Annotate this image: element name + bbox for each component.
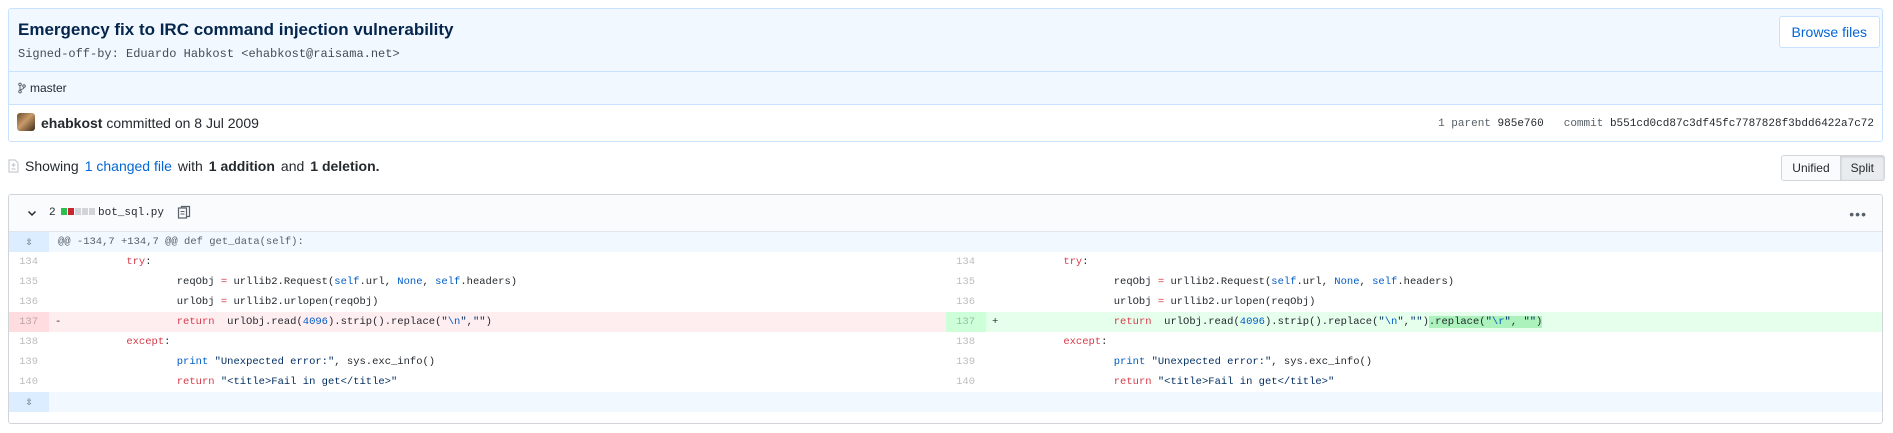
line-number-left[interactable]: 137 — [9, 312, 49, 332]
commit-title: Emergency fix to IRC command injection v… — [18, 20, 454, 39]
code-line-right: reqObj = urllib2.Request(self.url, None,… — [994, 276, 1455, 288]
code-line-right: except: — [1063, 336, 1108, 348]
branch-icon — [18, 82, 26, 94]
diffstat-block-add — [61, 208, 67, 215]
code-line-right: return "<title>Fail in get</title>" — [1113, 376, 1335, 388]
parent-info: 1 parent 985e760 — [1438, 118, 1544, 130]
chevron-down-icon[interactable] — [26, 207, 38, 219]
deletions-count: 1 deletion. — [310, 158, 380, 174]
line-number-right[interactable]: 139 — [946, 352, 986, 372]
expand-icon[interactable]: ⇳ — [9, 232, 49, 252]
line-number-right[interactable]: 140 — [946, 372, 986, 392]
commit-info: commit b551cd0cd87c3df45fc7787828f3bdd64… — [1564, 118, 1874, 130]
unified-button[interactable]: Unified — [1781, 155, 1841, 181]
diff-summary: Showing 1 changed file with 1 addition a… — [8, 158, 380, 174]
kebab-icon[interactable]: ••• — [1849, 206, 1867, 222]
code-line-left: urlObj = urllib2.urlopen(reqObj) — [57, 296, 379, 308]
parent-label: 1 parent — [1438, 118, 1491, 130]
browse-files-button[interactable]: Browse files — [1778, 16, 1880, 48]
diffstat-block-neutral — [75, 208, 81, 215]
line-number-right[interactable]: 135 — [946, 272, 986, 292]
file-diff: 2 bot_sql.py ••• ⇳ @@ -134,7 +134,7 @@ d… — [8, 194, 1883, 424]
avatar[interactable] — [17, 113, 35, 131]
diff-row: 139 print "Unexpected error:", sys.exc_i… — [9, 352, 1882, 372]
diffstat-bar — [61, 208, 95, 215]
parent-sha-link[interactable]: 985e760 — [1498, 118, 1544, 130]
code-line-left: try: — [126, 256, 152, 268]
line-number-right[interactable]: 134 — [946, 252, 986, 272]
diffstat-block-neutral — [82, 208, 88, 215]
branch-name[interactable]: master — [30, 81, 67, 95]
code-line-left: reqObj = urllib2.Request(self.url, None,… — [57, 276, 518, 288]
diff-row: 134 try: 134 try: — [9, 252, 1882, 272]
and-text: and — [280, 158, 305, 174]
line-number-right[interactable]: 136 — [946, 292, 986, 312]
diff-row: 138 except: 138 except: — [9, 332, 1882, 352]
changed-files-link[interactable]: 1 changed file — [85, 158, 172, 174]
with-text: with — [177, 158, 203, 174]
expand-icon[interactable]: ⇳ — [9, 392, 49, 412]
line-number-left[interactable]: 134 — [9, 252, 49, 272]
diff-row: 135 reqObj = urllib2.Request(self.url, N… — [9, 272, 1882, 292]
line-number-left[interactable]: 138 — [9, 332, 49, 352]
file-name[interactable]: bot_sql.py — [98, 207, 164, 219]
commit-header: Emergency fix to IRC command injection v… — [8, 8, 1883, 142]
author-name[interactable]: ehabkost — [41, 115, 102, 131]
hunk-header: ⇳ @@ -134,7 +134,7 @@ def get_data(self)… — [9, 232, 1882, 252]
diff-row-changed: 137 - return urlObj.read(4096).strip().r… — [9, 312, 1882, 332]
author-line: ehabkost committed on 8 Jul 2009 — [41, 115, 259, 131]
divider — [9, 71, 1882, 72]
file-header: 2 bot_sql.py ••• — [9, 195, 1882, 232]
hunk-header-text: @@ -134,7 +134,7 @@ def get_data(self): — [58, 236, 304, 248]
line-number-left[interactable]: 136 — [9, 292, 49, 312]
commit-sha: b551cd0cd87c3df45fc7787828f3bdd6422a7c72 — [1609, 118, 1874, 130]
code-line-right: print "Unexpected error:", sys.exc_info(… — [1113, 356, 1373, 368]
code-line-right: urlObj = urllib2.urlopen(reqObj) — [994, 296, 1316, 308]
showing-text: Showing — [25, 158, 79, 174]
file-diff-icon — [8, 159, 19, 173]
copy-icon[interactable] — [177, 205, 191, 220]
diff-row: 136 urlObj = urllib2.urlopen(reqObj) 136… — [9, 292, 1882, 312]
diffstat-count: 2 — [49, 207, 56, 219]
commit-label: commit — [1563, 118, 1604, 130]
split-button[interactable]: Split — [1840, 155, 1885, 181]
code-line-right: try: — [1063, 256, 1089, 268]
additions-count: 1 addition — [208, 158, 275, 174]
code-line-left: return "<title>Fail in get</title>" — [176, 376, 398, 388]
committed-date: committed on 8 Jul 2009 — [106, 115, 259, 131]
diffstat-block-neutral — [89, 208, 95, 215]
line-number-left[interactable]: 140 — [9, 372, 49, 392]
hunk-footer: ⇳ — [9, 392, 1882, 412]
line-number-left[interactable]: 139 — [9, 352, 49, 372]
diff-view-toggle: Unified Split — [1781, 155, 1885, 181]
commit-meta: ehabkost committed on 8 Jul 2009 1 paren… — [9, 104, 1882, 141]
diffstat-block-del — [68, 208, 74, 215]
commit-description: Signed-off-by: Eduardo Habkost <ehabkost… — [18, 47, 400, 61]
line-number-right[interactable]: 138 — [946, 332, 986, 352]
code-line-added: return urlObj.read(4096).strip().replace… — [1113, 316, 1543, 328]
line-number-left[interactable]: 135 — [9, 272, 49, 292]
commit-summary: Emergency fix to IRC command injection v… — [9, 9, 1882, 104]
branch-indicator: master — [18, 81, 67, 95]
code-line-deleted: return urlObj.read(4096).strip().replace… — [176, 316, 492, 328]
sha-block: 1 parent 985e760 commit b551cd0cd87c3df4… — [1438, 118, 1874, 130]
diff-row: 140 return "<title>Fail in get</title>" … — [9, 372, 1882, 392]
code-line-left: print "Unexpected error:", sys.exc_info(… — [176, 356, 436, 368]
line-number-right[interactable]: 137 — [946, 312, 986, 332]
code-line-left: except: — [126, 336, 171, 348]
